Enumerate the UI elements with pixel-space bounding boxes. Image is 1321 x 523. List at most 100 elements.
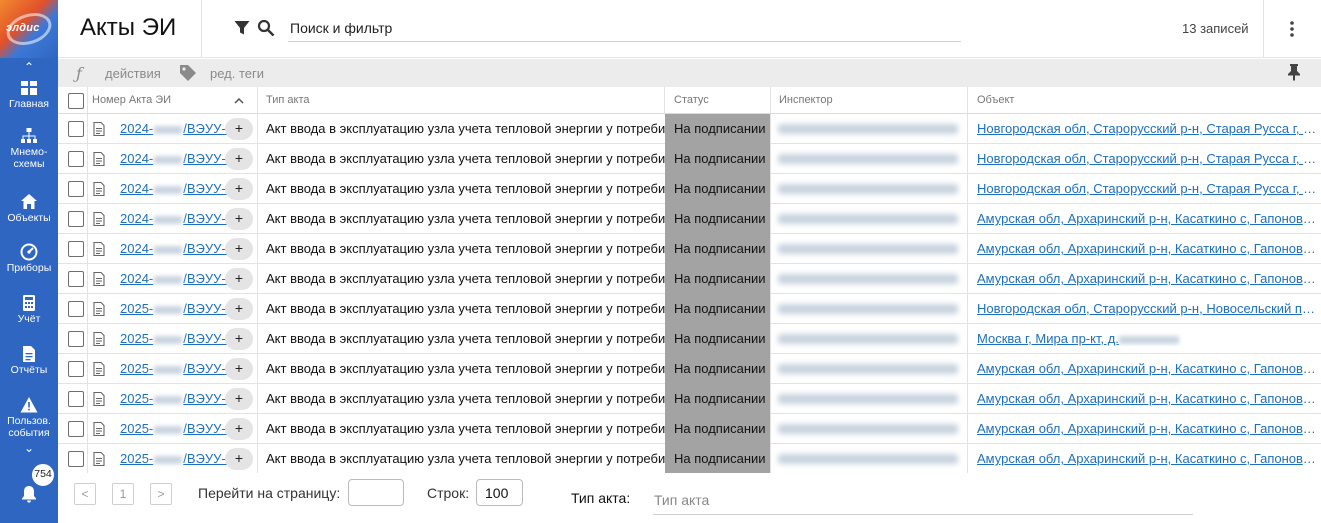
sort-asc-icon[interactable]	[234, 97, 244, 104]
page-number-button[interactable]: 1	[112, 483, 134, 505]
scroll-up-icon[interactable]: ⌃	[0, 60, 58, 74]
add-button[interactable]: +	[225, 208, 253, 230]
add-button[interactable]: +	[225, 418, 253, 440]
table-row[interactable]: 2025-/ВЭУУ-7 + Акт ввода в эксплуатацию уз…	[58, 384, 1321, 414]
object-link[interactable]: Амурская обл, Архаринский р-н, Касаткино…	[977, 391, 1317, 406]
redacted-text	[154, 245, 183, 254]
status-badge: На подписании	[665, 414, 770, 444]
prev-page-button[interactable]: <	[74, 483, 96, 505]
search-icon[interactable]	[257, 19, 275, 37]
table-row[interactable]: 2025-/ВЭУУ-1 + Акт ввода в эксплуатацию уз…	[58, 324, 1321, 354]
gauge-icon	[20, 243, 38, 261]
add-button[interactable]: +	[225, 148, 253, 170]
table-row[interactable]: 2024-/ВЭУУ-2 + Акт ввода в эксплуатацию уз…	[58, 234, 1321, 264]
act-number-link[interactable]: 2024-/ВЭУУ-1	[120, 151, 233, 166]
next-page-button[interactable]: >	[150, 483, 172, 505]
act-number-link[interactable]: 2025-/ВЭУУ-3	[120, 361, 233, 376]
more-menu-icon[interactable]	[1284, 19, 1300, 39]
object-link[interactable]: Новгородская обл, Старорусский р-н, Ново…	[977, 301, 1317, 316]
object-link[interactable]: Москва г, Мира пр-кт, д.	[977, 331, 1317, 346]
act-number-link[interactable]: 2025-/ВЭУУ-1	[120, 301, 233, 316]
row-checkbox[interactable]	[68, 181, 84, 197]
add-button[interactable]: +	[225, 118, 253, 140]
table-row[interactable]: 2025-/ВЭУУ-8 + Акт ввода в эксплуатацию уз…	[58, 414, 1321, 444]
add-button[interactable]: +	[225, 448, 253, 470]
act-number-link[interactable]: 2025-/ВЭУУ-9	[120, 451, 233, 466]
add-button[interactable]: +	[225, 358, 253, 380]
status-badge: На подписании	[665, 204, 770, 234]
act-number-link[interactable]: 2024-/ВЭУУ-1	[120, 211, 233, 226]
table-row[interactable]: 2024-/ВЭУУ-3 + Акт ввода в эксплуатацию уз…	[58, 264, 1321, 294]
table-row[interactable]: 2024-/ВЭУУ-1 + Акт ввода в эксплуатацию уз…	[58, 204, 1321, 234]
object-link[interactable]: Амурская обл, Архаринский р-н, Касаткино…	[977, 211, 1317, 226]
row-checkbox[interactable]	[68, 451, 84, 467]
filter-icon[interactable]	[234, 20, 250, 36]
logo-text: элдис	[6, 22, 40, 34]
object-link[interactable]: Новгородская обл, Старорусский р-н, Стар…	[977, 121, 1317, 136]
select-all-checkbox[interactable]	[68, 93, 84, 109]
row-checkbox[interactable]	[68, 421, 84, 437]
row-checkbox[interactable]	[68, 121, 84, 137]
scroll-down-icon[interactable]: ⌄	[0, 441, 58, 455]
table-row[interactable]: 2025-/ВЭУУ-1 + Акт ввода в эксплуатацию уз…	[58, 294, 1321, 324]
table-row[interactable]: 2024-/ВЭУУ-1 + Акт ввода в эксплуатацию уз…	[58, 144, 1321, 174]
add-button[interactable]: +	[225, 328, 253, 350]
act-type-filter-input[interactable]	[653, 485, 1193, 515]
add-button[interactable]: +	[225, 268, 253, 290]
object-link[interactable]: Новгородская обл, Старорусский р-н, Стар…	[977, 151, 1317, 166]
object-link[interactable]: Амурская обл, Архаринский р-н, Касаткино…	[977, 451, 1317, 466]
column-header-inspector[interactable]: Инспектор	[779, 94, 833, 106]
add-button[interactable]: +	[225, 388, 253, 410]
sidebar-item-mnemo[interactable]: Мнемо- схемы	[0, 127, 58, 170]
search-input[interactable]	[288, 14, 961, 42]
act-number-link[interactable]: 2024-/ВЭУУ-2	[120, 181, 233, 196]
column-header-object[interactable]: Объект	[977, 94, 1014, 106]
table-row[interactable]: 2024-/ВЭУУ-2 + Акт ввода в эксплуатацию уз…	[58, 174, 1321, 204]
act-number-link[interactable]: 2025-/ВЭУУ-8	[120, 421, 233, 436]
pin-icon[interactable]	[1286, 63, 1302, 81]
add-button[interactable]: +	[225, 298, 253, 320]
row-checkbox[interactable]	[68, 391, 84, 407]
object-link[interactable]: Новгородская обл, Старорусский р-н, Стар…	[977, 181, 1317, 196]
app-logo[interactable]: элдис	[0, 0, 58, 58]
object-link[interactable]: Амурская обл, Архаринский р-н, Касаткино…	[977, 271, 1317, 286]
sidebar-item-devices[interactable]: Приборы	[0, 243, 58, 274]
act-number-link[interactable]: 2025-/ВЭУУ-1	[120, 331, 233, 346]
status-badge: На подписании	[665, 264, 770, 294]
row-checkbox[interactable]	[68, 331, 84, 347]
row-checkbox[interactable]	[68, 271, 84, 287]
act-number-link[interactable]: 2024-/ВЭУУ-1	[120, 121, 233, 136]
column-header-type[interactable]: Тип акта	[266, 94, 309, 106]
row-checkbox[interactable]	[68, 211, 84, 227]
edit-tags-button[interactable]: ред. теги	[210, 66, 264, 81]
column-header-number[interactable]: Номер Акта ЭИ	[92, 94, 171, 106]
sidebar-item-accounting[interactable]: Учёт	[0, 294, 58, 325]
object-link[interactable]: Амурская обл, Архаринский р-н, Касаткино…	[977, 421, 1317, 436]
act-number-link[interactable]: 2025-/ВЭУУ-7	[120, 391, 233, 406]
row-checkbox[interactable]	[68, 361, 84, 377]
function-icon[interactable]: ƒ	[76, 64, 82, 83]
act-number-link[interactable]: 2024-/ВЭУУ-2	[120, 241, 233, 256]
add-button[interactable]: +	[225, 238, 253, 260]
act-number-link[interactable]: 2024-/ВЭУУ-3	[120, 271, 233, 286]
sidebar-item-home[interactable]: Главная	[0, 79, 58, 110]
object-link[interactable]: Амурская обл, Архаринский р-н, Касаткино…	[977, 241, 1317, 256]
table-row[interactable]: 2025-/ВЭУУ-9 + Акт ввода в эксплуатацию уз…	[58, 444, 1321, 474]
goto-page-input[interactable]	[348, 479, 404, 506]
table-row[interactable]: 2025-/ВЭУУ-3 + Акт ввода в эксплуатацию уз…	[58, 354, 1321, 384]
rows-per-page-input[interactable]	[476, 479, 523, 506]
notifications-button[interactable]	[19, 484, 39, 504]
row-checkbox[interactable]	[68, 301, 84, 317]
actions-button[interactable]: действия	[105, 66, 161, 81]
inspector-redacted	[778, 214, 958, 224]
row-checkbox[interactable]	[68, 241, 84, 257]
table-row[interactable]: 2024-/ВЭУУ-1 + Акт ввода в эксплуатацию уз…	[58, 114, 1321, 144]
add-button[interactable]: +	[225, 178, 253, 200]
row-checkbox[interactable]	[68, 151, 84, 167]
sidebar-item-user-events[interactable]: Пользов. события	[0, 396, 58, 439]
sidebar-item-reports[interactable]: Отчёты	[0, 345, 58, 376]
column-header-status[interactable]: Статус	[674, 94, 709, 106]
tag-icon[interactable]	[179, 64, 197, 82]
object-link[interactable]: Амурская обл, Архаринский р-н, Касаткино…	[977, 361, 1317, 376]
sidebar-item-objects[interactable]: Объекты	[0, 193, 58, 224]
